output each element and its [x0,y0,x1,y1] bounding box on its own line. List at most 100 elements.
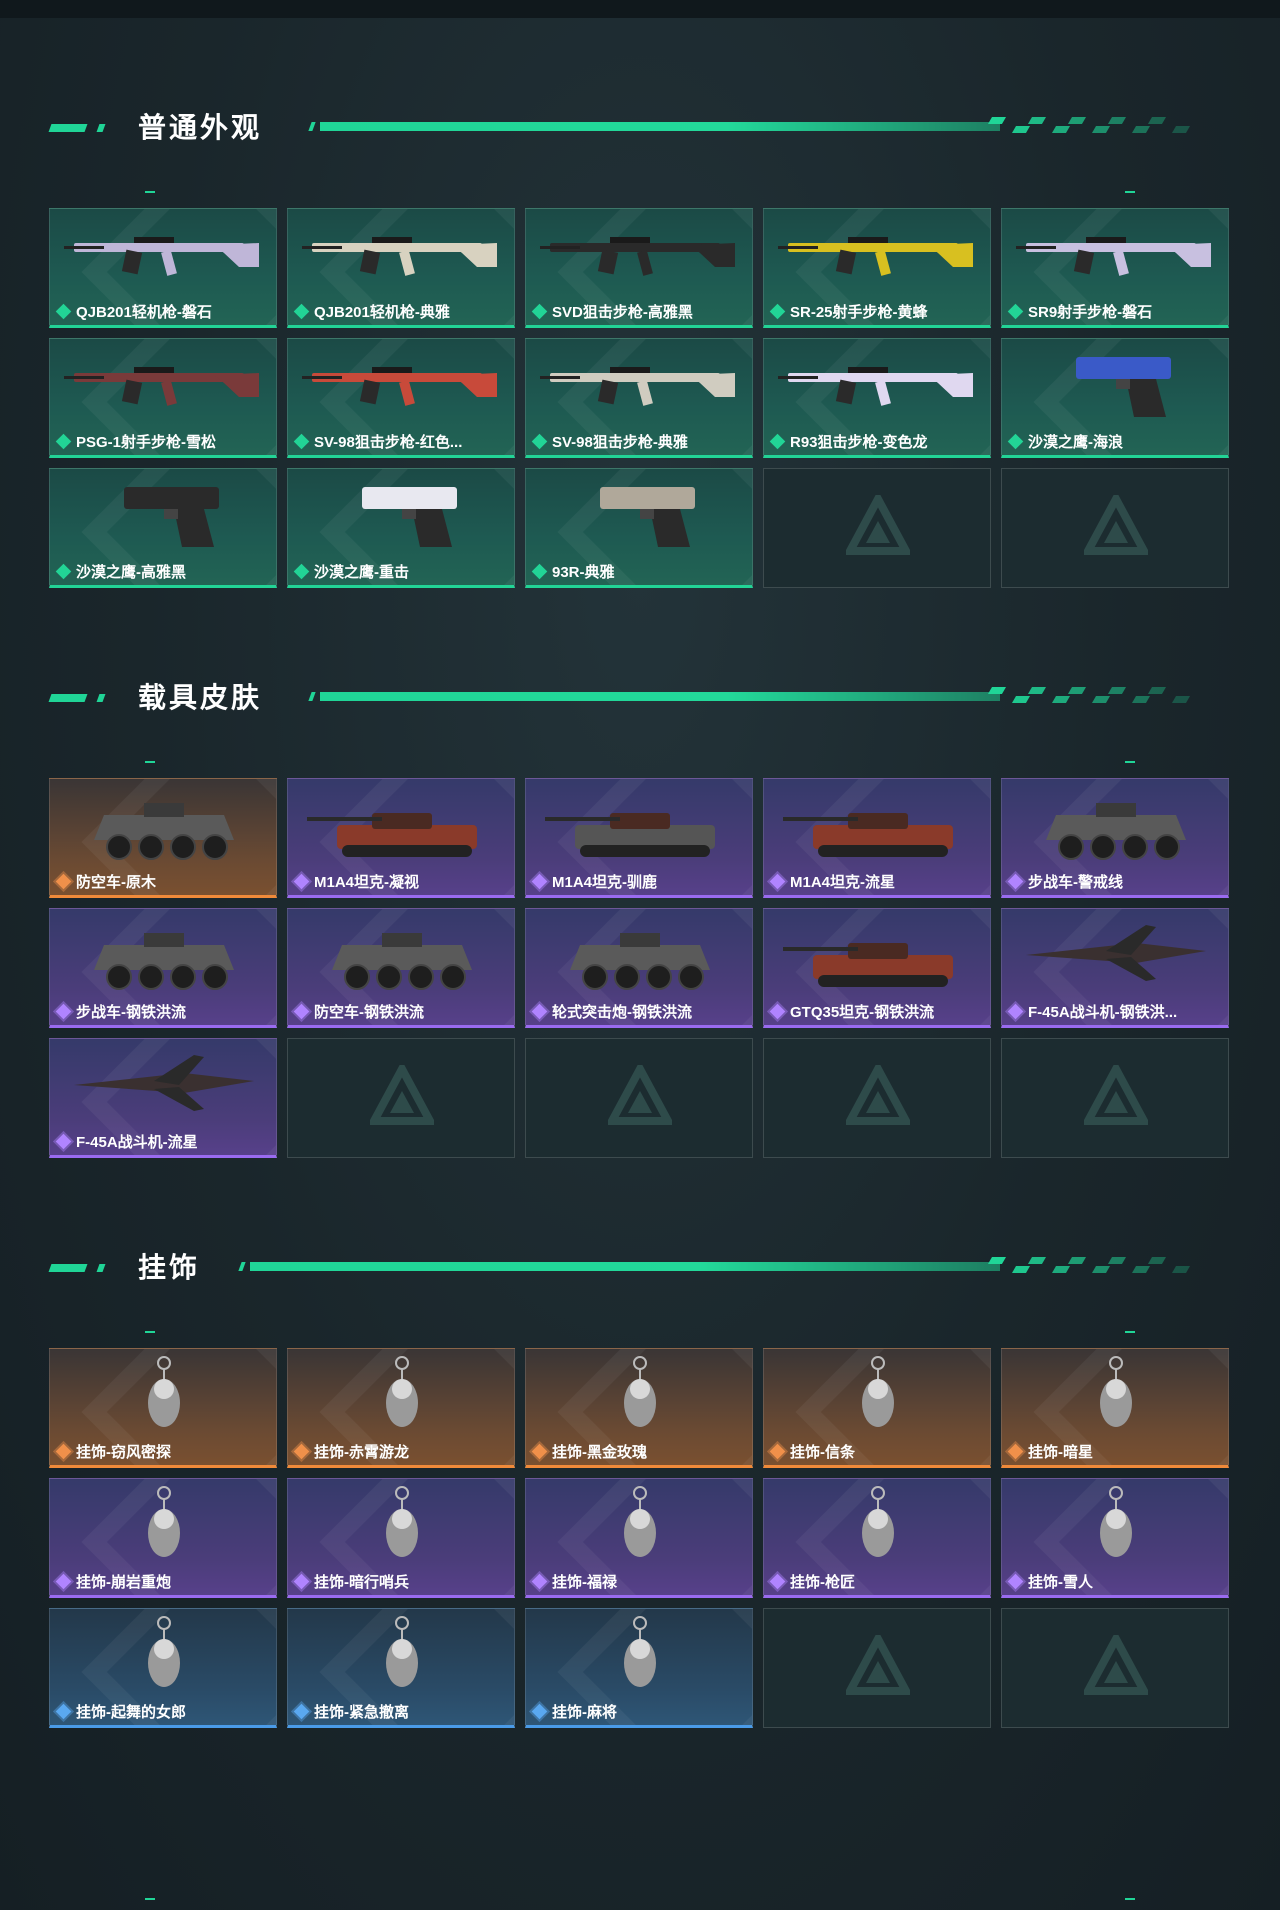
pistol-icon [600,487,695,547]
item-card[interactable]: SR9射手步枪-磐石 [1001,208,1229,328]
rarity-gem-icon [769,1443,786,1459]
tank-icon [307,813,477,857]
header-line [250,1262,1000,1271]
item-card[interactable]: 挂饰-信条 [763,1348,991,1468]
item-card[interactable]: F-45A战斗机-钢铁洪... [1001,908,1229,1028]
placeholder-logo-icon [846,495,910,555]
item-card[interactable]: SVD狙击步枪-高雅黑 [525,208,753,328]
section-header: 挂饰 [0,1248,1280,1288]
item-card[interactable]: 挂饰-窃风密探 [49,1348,277,1468]
item-label-row: M1A4坦克-驯鹿 [531,870,657,892]
section-title: 普通外观 [138,111,263,144]
item-card[interactable]: 挂饰-暗星 [1001,1348,1229,1468]
placeholder-logo-icon [608,1065,672,1125]
item-label: 挂饰-紧急撤离 [314,1703,409,1721]
item-label-row: R93狙击步枪-变色龙 [769,430,928,452]
item-label-row: 挂饰-崩岩重炮 [55,1570,171,1592]
item-label-row: M1A4坦克-流星 [769,870,895,892]
item-label: 沙漠之鹰-重击 [314,563,409,581]
item-label-row: 步战车-警戒线 [1007,870,1123,892]
item-label: 轮式突击炮-钢铁洪流 [552,1003,692,1021]
item-card[interactable]: 沙漠之鹰-重击 [287,468,515,588]
rarity-gem-icon [293,433,310,449]
corner-marker [1125,1331,1135,1333]
rarity-gem-icon [531,563,548,579]
vehicle-icon [94,933,234,990]
rarity-gem-icon [531,303,548,319]
item-card[interactable]: 沙漠之鹰-高雅黑 [49,468,277,588]
item-card[interactable]: QJB201轻机枪-磐石 [49,208,277,328]
rarity-gem-icon [55,873,72,889]
item-card[interactable]: SR-25射手步枪-黄蜂 [763,208,991,328]
item-label-row: 挂饰-福禄 [531,1570,617,1592]
item-card[interactable]: SV-98狙击步枪-典雅 [525,338,753,458]
item-label-row: PSG-1射手步枪-雪松 [55,430,217,452]
pistol-icon [1076,357,1171,417]
rarity-gem-icon [531,1573,548,1589]
item-label-row: 防空车-原木 [55,870,156,892]
item-label: QJB201轻机枪-典雅 [314,303,450,321]
item-card[interactable]: 挂饰-福禄 [525,1478,753,1598]
section-title: 挂饰 [138,1251,201,1284]
section-1: 普通外观 QJB201轻机枪-磐石 QJB201轻机枪-典雅 SVD狙击步枪-高雅黑 S… [0,108,1280,588]
item-card[interactable]: 挂饰-赤霄游龙 [287,1348,515,1468]
item-card[interactable]: QJB201轻机枪-典雅 [287,208,515,328]
item-label: SVD狙击步枪-高雅黑 [552,303,693,321]
item-label-row: 沙漠之鹰-海浪 [1007,430,1123,452]
item-card[interactable]: SV-98狙击步枪-红色... [287,338,515,458]
item-label-row: 沙漠之鹰-高雅黑 [55,560,186,582]
item-label-row: SR9射手步枪-磐石 [1007,300,1152,322]
item-card[interactable]: 93R-典雅 [525,468,753,588]
item-label: 挂饰-暗行哨兵 [314,1573,409,1591]
empty-slot [763,468,991,588]
empty-slot [1001,1038,1229,1158]
item-card[interactable]: F-45A战斗机-流星 [49,1038,277,1158]
item-card[interactable]: 挂饰-起舞的女郎 [49,1608,277,1728]
item-card[interactable]: 挂饰-紧急撤离 [287,1608,515,1728]
item-label: GTQ35坦克-钢铁洪流 [790,1003,935,1021]
item-label-row: F-45A战斗机-钢铁洪... [1007,1000,1177,1022]
item-card[interactable]: 防空车-原木 [49,778,277,898]
item-card[interactable]: 沙漠之鹰-海浪 [1001,338,1229,458]
item-card[interactable]: 轮式突击炮-钢铁洪流 [525,908,753,1028]
item-card[interactable]: GTQ35坦克-钢铁洪流 [763,908,991,1028]
item-card[interactable]: 步战车-警戒线 [1001,778,1229,898]
rifle-icon [302,367,497,406]
item-label: R93狙击步枪-变色龙 [790,433,928,451]
rarity-gem-icon [293,1003,310,1019]
charm-icon [1100,1356,1132,1427]
item-card[interactable]: 防空车-钢铁洪流 [287,908,515,1028]
item-label-row: SVD狙击步枪-高雅黑 [531,300,693,322]
item-card[interactable]: R93狙击步枪-变色龙 [763,338,991,458]
item-card[interactable]: 步战车-钢铁洪流 [49,908,277,1028]
item-card[interactable]: 挂饰-暗行哨兵 [287,1478,515,1598]
rifle-icon [1016,237,1211,276]
item-card[interactable]: PSG-1射手步枪-雪松 [49,338,277,458]
item-label: 防空车-钢铁洪流 [314,1003,424,1021]
header-checker [987,687,1200,705]
item-card[interactable]: 挂饰-崩岩重炮 [49,1478,277,1598]
top-strip [0,0,1280,18]
item-card[interactable]: 挂饰-黑金玫瑰 [525,1348,753,1468]
rarity-gem-icon [531,1703,548,1719]
rarity-gem-icon [293,563,310,579]
item-label: PSG-1射手步枪-雪松 [76,433,217,451]
item-card[interactable]: 挂饰-麻将 [525,1608,753,1728]
rifle-icon [778,367,973,406]
empty-slot [763,1038,991,1158]
rarity-gem-icon [55,1133,72,1149]
empty-slot [1001,1608,1229,1728]
item-card[interactable]: 挂饰-雪人 [1001,1478,1229,1598]
item-label-row: 步战车-钢铁洪流 [55,1000,186,1022]
item-card[interactable]: M1A4坦克-驯鹿 [525,778,753,898]
item-label: 沙漠之鹰-高雅黑 [76,563,186,581]
charm-icon [624,1486,656,1557]
pistol-icon [362,487,457,547]
item-card[interactable]: M1A4坦克-流星 [763,778,991,898]
header-checker [987,1257,1200,1275]
placeholder-logo-icon [1084,495,1148,555]
item-card[interactable]: 挂饰-枪匠 [763,1478,991,1598]
item-card[interactable]: M1A4坦克-凝视 [287,778,515,898]
header-dash [96,1264,106,1272]
item-label-row: 沙漠之鹰-重击 [293,560,409,582]
